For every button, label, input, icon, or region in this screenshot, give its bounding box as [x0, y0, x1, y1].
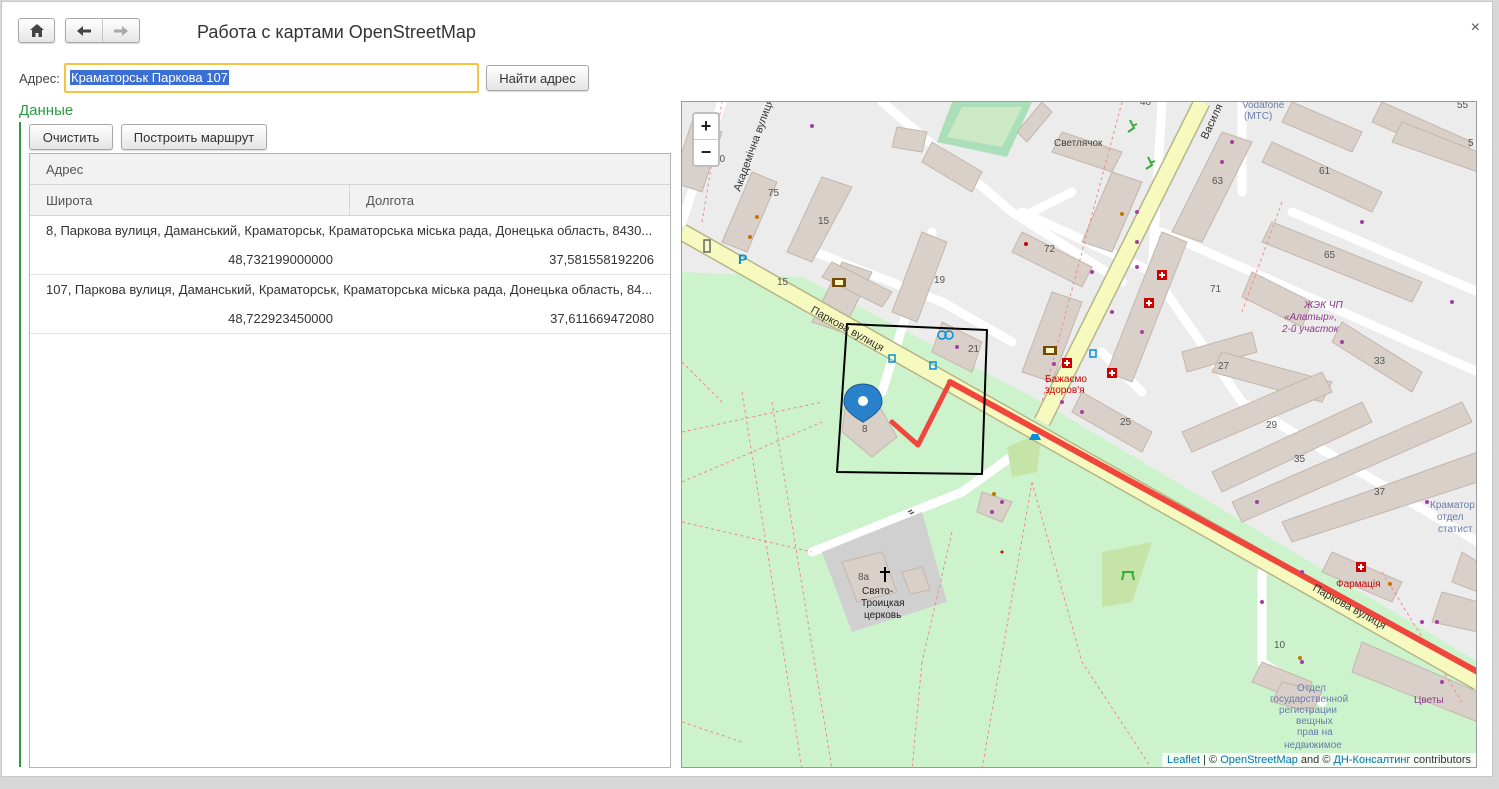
zoom-out-button[interactable]: − — [694, 139, 718, 164]
svg-text:8: 8 — [862, 424, 868, 435]
poi-statist: статист — [1438, 524, 1473, 535]
main-window: Работа с картами OpenStreetMap × Адрес: … — [1, 1, 1493, 777]
zoom-in-button[interactable]: + — [694, 114, 718, 139]
address-input-value: Краматорськ Паркова 107 — [70, 70, 229, 85]
arrow-right-icon — [114, 25, 128, 36]
address-input[interactable]: Краматорськ Паркова 107 — [64, 63, 479, 93]
poi-church-2: Троицкая — [861, 598, 905, 609]
svg-text:33: 33 — [1374, 356, 1386, 367]
poi-mts: (МТС) — [1244, 111, 1272, 122]
history-nav — [65, 18, 140, 43]
svg-text:65: 65 — [1324, 250, 1336, 261]
data-group-line — [19, 122, 21, 767]
svg-text:15: 15 — [777, 277, 789, 288]
poi-reg-4: вещных — [1296, 716, 1333, 727]
svg-text:8а: 8а — [858, 572, 870, 583]
svg-text:37: 37 — [1374, 487, 1386, 498]
svg-text:75: 75 — [768, 188, 780, 199]
svg-text:72: 72 — [1044, 244, 1056, 255]
row-lon: 37,581558192206 — [549, 252, 654, 267]
poi-reg-2: государственной — [1270, 694, 1348, 705]
poi-uchastok: 2-й участок — [1281, 324, 1340, 335]
poi-parking: P — [738, 251, 747, 267]
row-lat: 48,722923450000 — [228, 311, 333, 326]
svg-text:19: 19 — [934, 275, 946, 286]
row-coords: 48,722923450000 37,611669472080 — [30, 304, 670, 333]
poi-tsvety: Цветы — [1414, 695, 1444, 706]
svg-text:10: 10 — [1274, 640, 1286, 651]
svg-text:35: 35 — [1294, 454, 1306, 465]
svg-text:63: 63 — [1212, 176, 1224, 187]
address-label: Адрес: — [19, 71, 60, 86]
table-row[interactable]: 8, Паркова вулиця, Даманський, Краматорс… — [30, 216, 670, 275]
close-icon[interactable]: × — [1471, 19, 1480, 37]
poi-farmacia: Фармація — [1336, 579, 1381, 590]
poi-vodafone: Vodafone — [1242, 102, 1285, 111]
svg-text:40: 40 — [1140, 102, 1152, 108]
map-view[interactable]: Академічна вулиця Паркова вулиця Паркова… — [681, 101, 1477, 768]
svg-text:71: 71 — [1210, 284, 1222, 295]
poi-reg-5: прав на — [1297, 727, 1333, 738]
row-address: 107, Паркова вулиця, Даманський, Крамато… — [46, 282, 653, 297]
map-tiles: Академічна вулиця Паркова вулиця Паркова… — [682, 102, 1476, 767]
row-coords: 48,732199000000 37,581558192206 — [30, 245, 670, 274]
svg-text:5: 5 — [1468, 138, 1474, 149]
home-icon — [29, 24, 44, 37]
arrow-left-icon — [77, 25, 91, 36]
attribution-and: and © — [1300, 754, 1331, 766]
dn-link[interactable]: ДН-Консалтинг — [1333, 754, 1410, 766]
table-header-address: Адрес — [30, 154, 670, 185]
poi-church-3: церковь — [864, 610, 901, 621]
svg-text:15: 15 — [818, 216, 830, 227]
build-route-button[interactable]: Построить маршрут — [121, 124, 267, 150]
addresses-table: Адрес Широта Долгота 8, Паркова вулиця, … — [29, 153, 671, 768]
poi-bazhaemo-2: здоров'я — [1045, 385, 1085, 396]
poi-kramator: Краматор — [1430, 500, 1475, 511]
poi-otdel: отдел — [1437, 512, 1464, 523]
find-address-button[interactable]: Найти адрес — [486, 65, 589, 91]
table-row[interactable]: 107, Паркова вулиця, Даманський, Крамато… — [30, 275, 670, 334]
svg-text:55: 55 — [1457, 102, 1469, 111]
column-header-lat[interactable]: Широта — [30, 185, 350, 215]
back-button[interactable] — [66, 19, 102, 42]
svg-text:21: 21 — [968, 344, 980, 355]
column-header-address[interactable]: Адрес — [30, 154, 83, 184]
attribution-sep: | © — [1203, 754, 1218, 766]
osm-link[interactable]: OpenStreetMap — [1220, 754, 1298, 766]
svg-text:61: 61 — [1319, 166, 1331, 177]
poi-church-1: Свято- — [862, 586, 893, 597]
poi-reg-6: недвижимое — [1284, 740, 1342, 751]
column-header-lon[interactable]: Долгота — [350, 185, 414, 215]
clear-button[interactable]: Очистить — [29, 124, 113, 150]
svg-text:29: 29 — [1266, 420, 1278, 431]
row-lon: 37,611669472080 — [550, 311, 654, 326]
table-header-coords: Широта Долгота — [30, 185, 670, 216]
poi-reg-1: Отдел — [1297, 683, 1326, 694]
svg-text:27: 27 — [1218, 361, 1230, 372]
home-button[interactable] — [18, 18, 55, 43]
page-title: Работа с картами OpenStreetMap — [197, 22, 476, 42]
row-address: 8, Паркова вулиця, Даманський, Краматорс… — [46, 223, 653, 238]
poi-zhek: ЖЭК ЧП — [1303, 300, 1344, 311]
map-attribution: Leaflet | © OpenStreetMap and © ДН-Конса… — [1162, 753, 1476, 767]
data-group-title: Данные — [19, 102, 74, 119]
poi-bazhaemo-1: Бажаємо — [1045, 374, 1087, 385]
attribution-contributors: contributors — [1413, 754, 1471, 766]
poi-alatyr: «Алатыр», — [1284, 312, 1337, 323]
poi-reg-3: регистрации — [1279, 705, 1337, 716]
zoom-control: + − — [692, 112, 720, 167]
row-lat: 48,732199000000 — [228, 252, 333, 267]
leaflet-link[interactable]: Leaflet — [1167, 754, 1200, 766]
poi-svetlyachok: Светлячок — [1054, 138, 1103, 149]
forward-button[interactable] — [102, 19, 139, 42]
svg-text:25: 25 — [1120, 417, 1132, 428]
